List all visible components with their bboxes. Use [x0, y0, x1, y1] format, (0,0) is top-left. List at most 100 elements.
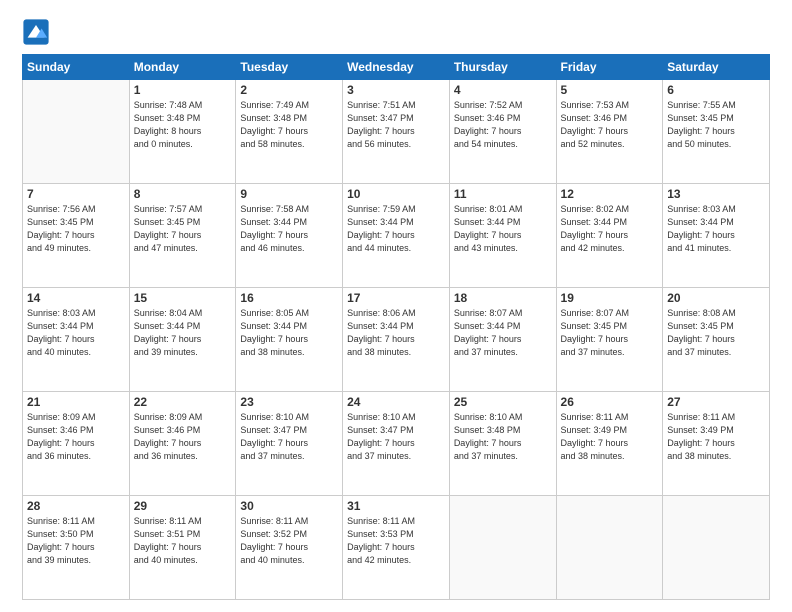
- page: SundayMondayTuesdayWednesdayThursdayFrid…: [0, 0, 792, 612]
- day-cell: 28 Sunrise: 8:11 AM Sunset: 3:50 PM Dayli…: [23, 496, 130, 600]
- day-number: 23: [240, 395, 338, 409]
- day-number: 8: [134, 187, 232, 201]
- weekday-header-row: SundayMondayTuesdayWednesdayThursdayFrid…: [23, 55, 770, 80]
- day-info: Sunrise: 7:51 AM Sunset: 3:47 PM Dayligh…: [347, 99, 445, 151]
- day-info: Sunrise: 8:07 AM Sunset: 3:45 PM Dayligh…: [561, 307, 659, 359]
- day-cell: 29Sunrise: 8:11 AM Sunset: 3:51 PM Dayli…: [129, 496, 236, 600]
- day-number: 13: [667, 187, 765, 201]
- header: [22, 18, 770, 46]
- day-number: 15: [134, 291, 232, 305]
- day-cell: [556, 496, 663, 600]
- day-cell: [663, 496, 770, 600]
- day-cell: 17Sunrise: 8:06 AM Sunset: 3:44 PM Dayli…: [343, 288, 450, 392]
- week-row-2: 14 Sunrise: 8:03 AM Sunset: 3:44 PM Dayli…: [23, 288, 770, 392]
- day-info: Sunrise: 8:11 AM Sunset: 3:53 PM Dayligh…: [347, 515, 445, 567]
- day-number: 25: [454, 395, 552, 409]
- day-cell: 26Sunrise: 8:11 AM Sunset: 3:49 PM Dayli…: [556, 392, 663, 496]
- weekday-header-saturday: Saturday: [663, 55, 770, 80]
- day-cell: 3 Sunrise: 7:51 AM Sunset: 3:47 PM Daylig…: [343, 80, 450, 184]
- week-row-0: 1Sunrise: 7:48 AM Sunset: 3:48 PM Daylig…: [23, 80, 770, 184]
- day-cell: 19 Sunrise: 8:07 AM Sunset: 3:45 PM Dayli…: [556, 288, 663, 392]
- day-cell: 10 Sunrise: 7:59 AM Sunset: 3:44 PM Dayli…: [343, 184, 450, 288]
- day-cell: 1Sunrise: 7:48 AM Sunset: 3:48 PM Daylig…: [129, 80, 236, 184]
- day-info: Sunrise: 7:57 AM Sunset: 3:45 PM Dayligh…: [134, 203, 232, 255]
- day-number: 27: [667, 395, 765, 409]
- day-cell: 18Sunrise: 8:07 AM Sunset: 3:44 PM Dayli…: [449, 288, 556, 392]
- week-row-3: 21Sunrise: 8:09 AM Sunset: 3:46 PM Dayli…: [23, 392, 770, 496]
- week-row-4: 28 Sunrise: 8:11 AM Sunset: 3:50 PM Dayli…: [23, 496, 770, 600]
- day-cell: 24 Sunrise: 8:10 AM Sunset: 3:47 PM Dayli…: [343, 392, 450, 496]
- day-cell: 2 Sunrise: 7:49 AM Sunset: 3:48 PM Daylig…: [236, 80, 343, 184]
- day-number: 19: [561, 291, 659, 305]
- day-cell: [23, 80, 130, 184]
- day-info: Sunrise: 8:03 AM Sunset: 3:44 PM Dayligh…: [667, 203, 765, 255]
- day-info: Sunrise: 8:10 AM Sunset: 3:47 PM Dayligh…: [347, 411, 445, 463]
- day-number: 11: [454, 187, 552, 201]
- day-cell: 22 Sunrise: 8:09 AM Sunset: 3:46 PM Dayli…: [129, 392, 236, 496]
- day-info: Sunrise: 8:06 AM Sunset: 3:44 PM Dayligh…: [347, 307, 445, 359]
- day-info: Sunrise: 8:11 AM Sunset: 3:50 PM Dayligh…: [27, 515, 125, 567]
- day-number: 14: [27, 291, 125, 305]
- day-info: Sunrise: 8:02 AM Sunset: 3:44 PM Dayligh…: [561, 203, 659, 255]
- day-info: Sunrise: 8:08 AM Sunset: 3:45 PM Dayligh…: [667, 307, 765, 359]
- day-info: Sunrise: 7:55 AM Sunset: 3:45 PM Dayligh…: [667, 99, 765, 151]
- day-info: Sunrise: 7:56 AM Sunset: 3:45 PM Dayligh…: [27, 203, 125, 255]
- day-cell: 15 Sunrise: 8:04 AM Sunset: 3:44 PM Dayli…: [129, 288, 236, 392]
- day-cell: 12 Sunrise: 8:02 AM Sunset: 3:44 PM Dayli…: [556, 184, 663, 288]
- day-number: 5: [561, 83, 659, 97]
- day-cell: 14 Sunrise: 8:03 AM Sunset: 3:44 PM Dayli…: [23, 288, 130, 392]
- day-info: Sunrise: 8:07 AM Sunset: 3:44 PM Dayligh…: [454, 307, 552, 359]
- day-cell: 5 Sunrise: 7:53 AM Sunset: 3:46 PM Daylig…: [556, 80, 663, 184]
- day-number: 31: [347, 499, 445, 513]
- day-info: Sunrise: 8:11 AM Sunset: 3:52 PM Dayligh…: [240, 515, 338, 567]
- day-info: Sunrise: 7:59 AM Sunset: 3:44 PM Dayligh…: [347, 203, 445, 255]
- day-cell: 31 Sunrise: 8:11 AM Sunset: 3:53 PM Dayli…: [343, 496, 450, 600]
- day-cell: 8 Sunrise: 7:57 AM Sunset: 3:45 PM Daylig…: [129, 184, 236, 288]
- day-number: 30: [240, 499, 338, 513]
- weekday-header-tuesday: Tuesday: [236, 55, 343, 80]
- day-info: Sunrise: 8:11 AM Sunset: 3:51 PM Dayligh…: [134, 515, 232, 567]
- day-info: Sunrise: 7:53 AM Sunset: 3:46 PM Dayligh…: [561, 99, 659, 151]
- day-number: 20: [667, 291, 765, 305]
- day-cell: 23Sunrise: 8:10 AM Sunset: 3:47 PM Dayli…: [236, 392, 343, 496]
- day-info: Sunrise: 8:01 AM Sunset: 3:44 PM Dayligh…: [454, 203, 552, 255]
- weekday-header-friday: Friday: [556, 55, 663, 80]
- day-number: 6: [667, 83, 765, 97]
- day-info: Sunrise: 8:04 AM Sunset: 3:44 PM Dayligh…: [134, 307, 232, 359]
- day-number: 24: [347, 395, 445, 409]
- day-cell: 21Sunrise: 8:09 AM Sunset: 3:46 PM Dayli…: [23, 392, 130, 496]
- day-cell: 11 Sunrise: 8:01 AM Sunset: 3:44 PM Dayli…: [449, 184, 556, 288]
- day-info: Sunrise: 8:05 AM Sunset: 3:44 PM Dayligh…: [240, 307, 338, 359]
- day-number: 10: [347, 187, 445, 201]
- day-cell: 7 Sunrise: 7:56 AM Sunset: 3:45 PM Daylig…: [23, 184, 130, 288]
- day-cell: 9Sunrise: 7:58 AM Sunset: 3:44 PM Daylig…: [236, 184, 343, 288]
- day-number: 28: [27, 499, 125, 513]
- day-number: 2: [240, 83, 338, 97]
- day-number: 3: [347, 83, 445, 97]
- weekday-header-thursday: Thursday: [449, 55, 556, 80]
- logo: [22, 18, 54, 46]
- day-cell: 27Sunrise: 8:11 AM Sunset: 3:49 PM Dayli…: [663, 392, 770, 496]
- day-number: 9: [240, 187, 338, 201]
- calendar-table: SundayMondayTuesdayWednesdayThursdayFrid…: [22, 54, 770, 600]
- day-info: Sunrise: 8:09 AM Sunset: 3:46 PM Dayligh…: [134, 411, 232, 463]
- day-info: Sunrise: 7:49 AM Sunset: 3:48 PM Dayligh…: [240, 99, 338, 151]
- day-cell: 20 Sunrise: 8:08 AM Sunset: 3:45 PM Dayli…: [663, 288, 770, 392]
- day-info: Sunrise: 8:09 AM Sunset: 3:46 PM Dayligh…: [27, 411, 125, 463]
- day-number: 22: [134, 395, 232, 409]
- day-number: 26: [561, 395, 659, 409]
- day-number: 12: [561, 187, 659, 201]
- day-info: Sunrise: 8:03 AM Sunset: 3:44 PM Dayligh…: [27, 307, 125, 359]
- weekday-header-monday: Monday: [129, 55, 236, 80]
- day-number: 16: [240, 291, 338, 305]
- day-cell: 25 Sunrise: 8:10 AM Sunset: 3:48 PM Dayli…: [449, 392, 556, 496]
- day-cell: 30 Sunrise: 8:11 AM Sunset: 3:52 PM Dayli…: [236, 496, 343, 600]
- day-cell: 13 Sunrise: 8:03 AM Sunset: 3:44 PM Dayli…: [663, 184, 770, 288]
- day-number: 4: [454, 83, 552, 97]
- day-info: Sunrise: 8:10 AM Sunset: 3:48 PM Dayligh…: [454, 411, 552, 463]
- weekday-header-sunday: Sunday: [23, 55, 130, 80]
- day-cell: 16 Sunrise: 8:05 AM Sunset: 3:44 PM Dayli…: [236, 288, 343, 392]
- day-number: 7: [27, 187, 125, 201]
- week-row-1: 7 Sunrise: 7:56 AM Sunset: 3:45 PM Daylig…: [23, 184, 770, 288]
- day-cell: [449, 496, 556, 600]
